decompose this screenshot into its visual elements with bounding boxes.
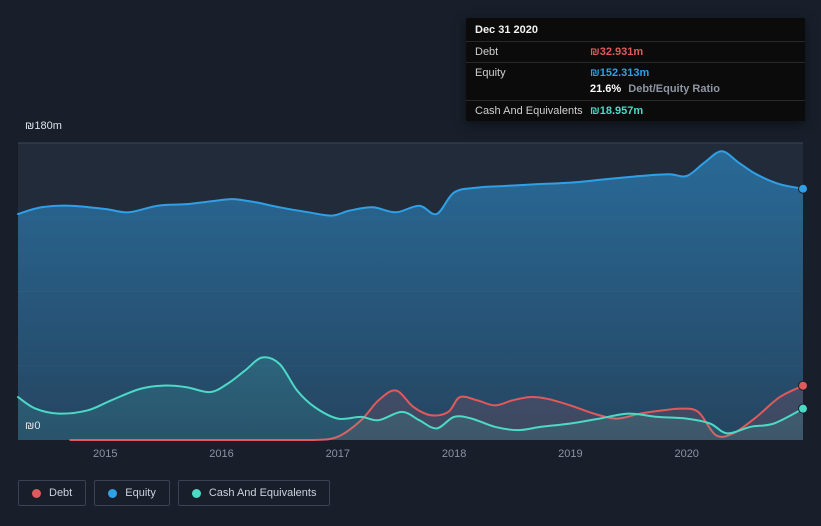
tooltip-cash-value: ₪18.957m — [590, 105, 644, 117]
equity-end-dot[interactable] — [798, 183, 808, 194]
x-tick-label: 2020 — [674, 448, 698, 460]
legend-item-equity[interactable]: Equity — [94, 480, 170, 506]
tooltip-cash-label: Cash And Equivalents — [475, 105, 583, 117]
x-tick-label: 2015 — [93, 448, 117, 460]
tooltip-debt-value: ₪32.931m — [590, 46, 644, 58]
chart-legend: Debt Equity Cash And Equivalents — [18, 480, 331, 506]
legend-label: Equity — [125, 487, 156, 499]
y-axis-zero-label: ₪0 — [25, 420, 41, 432]
tooltip-equity-label: Equity — [475, 67, 506, 79]
tooltip-debt-label: Debt — [475, 46, 499, 58]
debt-equity-chart-panel: 2015 2016 2017 2018 2019 2020 ₪180m ₪0 Dec 31… — [0, 0, 821, 526]
x-tick-label: 2017 — [326, 448, 350, 460]
tooltip-ratio-label: Debt/Equity Ratio — [628, 83, 720, 95]
cash-and-equivalents-end-dot[interactable] — [798, 403, 808, 414]
x-tick-label: 2018 — [442, 448, 466, 460]
tooltip-debt-row: Debt ₪32.931m — [466, 42, 805, 62]
y-axis-max-label: ₪180m — [25, 120, 62, 132]
tooltip-date: Dec 31 2020 — [475, 24, 538, 36]
debt-dot-icon — [32, 488, 41, 498]
legend-label: Debt — [49, 487, 73, 499]
debt-end-dot[interactable] — [798, 380, 808, 391]
tooltip-ratio-row: 21.6% Debt/Equity Ratio — [466, 83, 805, 100]
legend-label: Cash And Equivalents — [208, 487, 317, 499]
tooltip-ratio-value: 21.6% — [590, 83, 622, 95]
x-tick-label: 2016 — [209, 448, 233, 460]
x-tick-label: 2019 — [558, 448, 582, 460]
tooltip-cash-row: Cash And Equivalents ₪18.957m — [466, 101, 805, 121]
cash-and-equivalents-dot-icon — [191, 488, 201, 498]
tooltip-equity-row: Equity ₪152.313m — [466, 63, 805, 83]
tooltip-equity-value: ₪152.313m — [590, 67, 650, 79]
legend-item-cash-and-equivalents[interactable]: Cash And Equivalents — [177, 480, 331, 506]
chart-tooltip: Dec 31 2020 Debt ₪32.931m Equity ₪152.31… — [466, 18, 805, 121]
legend-item-debt[interactable]: Debt — [18, 480, 87, 506]
equity-dot-icon — [108, 488, 118, 498]
